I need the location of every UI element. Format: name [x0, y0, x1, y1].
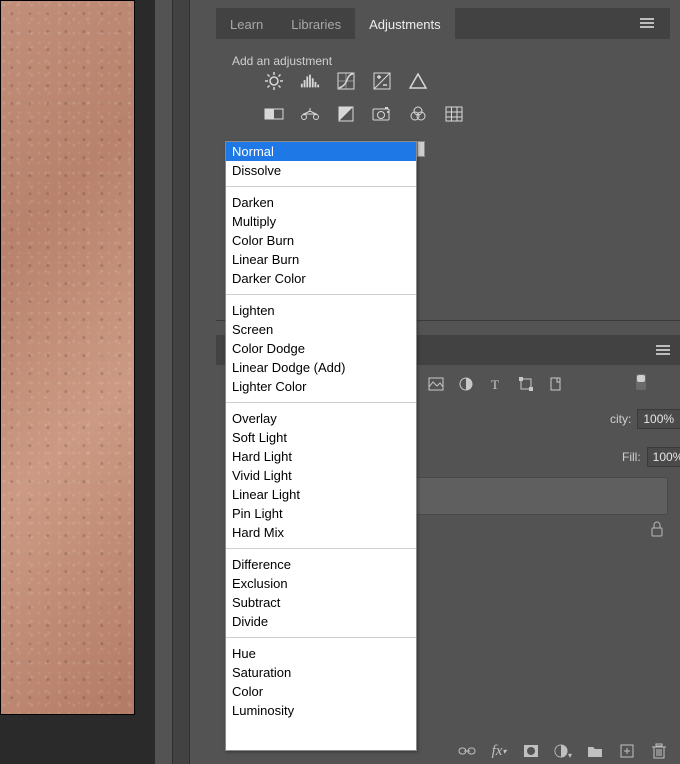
delete-layer-icon[interactable]	[650, 742, 668, 760]
blend-mode-hard-mix[interactable]: Hard Mix	[226, 523, 416, 542]
brightness-contrast-icon[interactable]	[264, 72, 284, 90]
color-lookup-icon[interactable]	[408, 105, 428, 123]
blend-mode-separator	[226, 548, 416, 549]
fill-input[interactable]: 100%	[647, 447, 680, 467]
blend-mode-divide[interactable]: Divide	[226, 612, 416, 631]
tab-adjustments[interactable]: Adjustments	[355, 8, 455, 39]
filter-toggle[interactable]	[636, 374, 646, 390]
blend-mode-soft-light[interactable]: Soft Light	[226, 428, 416, 447]
panel-tabs: Learn Libraries Adjustments	[216, 8, 670, 39]
panel-divider[interactable]	[172, 0, 190, 764]
filter-type-icon[interactable]: T	[488, 376, 504, 392]
add-mask-icon[interactable]	[522, 742, 540, 760]
blend-mode-hard-light[interactable]: Hard Light	[226, 447, 416, 466]
blend-mode-darken[interactable]: Darken	[226, 193, 416, 212]
blend-mode-screen[interactable]: Screen	[226, 320, 416, 339]
new-group-icon[interactable]	[586, 742, 604, 760]
blend-mode-separator	[226, 186, 416, 187]
new-layer-icon[interactable]	[618, 742, 636, 760]
blend-mode-subtract[interactable]: Subtract	[226, 593, 416, 612]
blend-mode-normal[interactable]: Normal	[226, 142, 416, 161]
tab-libraries[interactable]: Libraries	[277, 8, 355, 39]
blend-mode-multiply[interactable]: Multiply	[226, 212, 416, 231]
channel-mixer-icon[interactable]	[264, 105, 284, 123]
blend-mode-linear-light[interactable]: Linear Light	[226, 485, 416, 504]
blend-mode-linear-burn[interactable]: Linear Burn	[226, 250, 416, 269]
blend-mode-separator	[226, 402, 416, 403]
blend-mode-color-dodge[interactable]: Color Dodge	[226, 339, 416, 358]
vibrance-icon[interactable]	[408, 72, 428, 90]
canvas-area	[0, 0, 155, 764]
posterize-icon[interactable]	[444, 105, 464, 123]
blend-mode-color[interactable]: Color	[226, 682, 416, 701]
blend-mode-exclusion[interactable]: Exclusion	[226, 574, 416, 593]
svg-text:T: T	[491, 377, 499, 391]
blend-mode-lighten[interactable]: Lighten	[226, 301, 416, 320]
blend-mode-color-burn[interactable]: Color Burn	[226, 231, 416, 250]
filter-adjustment-icon[interactable]	[458, 376, 474, 392]
blend-mode-dissolve[interactable]: Dissolve	[226, 161, 416, 180]
blend-mode-saturation[interactable]: Saturation	[226, 663, 416, 682]
blend-mode-separator	[226, 637, 416, 638]
fill-row: Fill: 100%	[622, 447, 680, 467]
opacity-label: city:	[610, 412, 631, 426]
fill-label: Fill:	[622, 450, 641, 464]
layer-row[interactable]	[416, 477, 668, 515]
exposure-icon[interactable]	[372, 72, 392, 90]
blend-mode-vivid-light[interactable]: Vivid Light	[226, 466, 416, 485]
blend-mode-hue[interactable]: Hue	[226, 644, 416, 663]
opacity-input[interactable]: 100%	[637, 409, 680, 429]
layers-bottom-toolbar: fx▾ ▾	[458, 742, 668, 760]
dropdown-scroll-handle[interactable]	[417, 141, 425, 157]
photo-filter-icon[interactable]	[372, 105, 392, 123]
blend-mode-separator	[226, 294, 416, 295]
filter-image-icon[interactable]	[428, 376, 444, 392]
color-balance-icon[interactable]	[300, 105, 320, 123]
tab-learn[interactable]: Learn	[216, 8, 277, 39]
panel-menu-icon[interactable]	[640, 18, 656, 28]
layers-panel-menu-icon[interactable]	[656, 345, 670, 347]
add-adjustment-label: Add an adjustment	[232, 54, 332, 68]
layer-style-icon[interactable]: fx▾	[490, 742, 508, 760]
adjustment-icons-row-2	[264, 105, 464, 123]
lock-icon[interactable]	[650, 521, 664, 540]
blend-mode-overlay[interactable]: Overlay	[226, 409, 416, 428]
document-canvas[interactable]	[0, 0, 135, 715]
levels-icon[interactable]	[300, 72, 320, 90]
blend-mode-luminosity[interactable]: Luminosity	[226, 701, 416, 720]
blend-mode-pin-light[interactable]: Pin Light	[226, 504, 416, 523]
blend-mode-difference[interactable]: Difference	[226, 555, 416, 574]
adjustment-icons-row-1	[264, 72, 428, 90]
link-layers-icon[interactable]	[458, 742, 476, 760]
filter-shape-icon[interactable]	[518, 376, 534, 392]
black-white-icon[interactable]	[336, 105, 356, 123]
blend-mode-lighter-color[interactable]: Lighter Color	[226, 377, 416, 396]
blend-mode-dropdown[interactable]: NormalDissolveDarkenMultiplyColor BurnLi…	[225, 141, 417, 751]
filter-smartobject-icon[interactable]	[548, 376, 564, 392]
blend-mode-darker-color[interactable]: Darker Color	[226, 269, 416, 288]
new-adjustment-layer-icon[interactable]: ▾	[554, 742, 572, 760]
layer-filter-row: T	[398, 371, 658, 397]
curves-icon[interactable]	[336, 72, 356, 90]
blend-mode-linear-dodge-add-[interactable]: Linear Dodge (Add)	[226, 358, 416, 377]
opacity-row: city: 100%	[610, 409, 680, 429]
